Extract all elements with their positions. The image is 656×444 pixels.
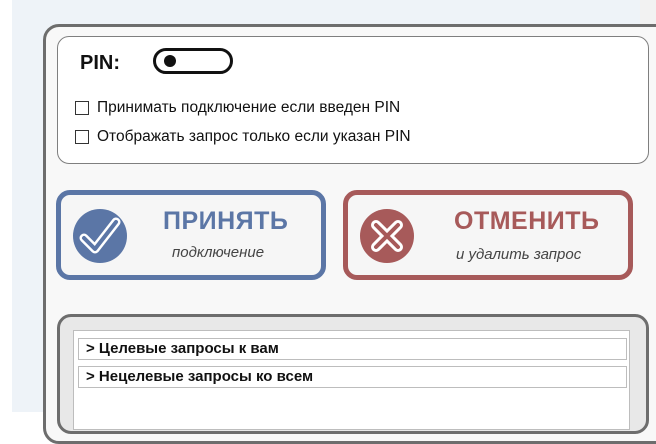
accept-if-pin-checkbox[interactable] bbox=[75, 101, 89, 115]
toggle-knob bbox=[164, 55, 176, 67]
show-only-with-pin-option[interactable]: Отображать запрос только если указан PIN bbox=[75, 127, 411, 147]
list-item-untargeted-requests[interactable]: > Нецелевые запросы ко всем bbox=[78, 366, 627, 388]
cancel-title: ОТМЕНИТЬ bbox=[454, 207, 600, 235]
pin-toggle[interactable] bbox=[153, 48, 233, 74]
left-edge bbox=[0, 0, 12, 412]
pin-label: PIN: bbox=[80, 52, 120, 74]
cancel-subtitle: и удалить запрос bbox=[456, 246, 582, 263]
cross-icon bbox=[360, 209, 414, 263]
accept-button[interactable]: ПРИНЯТЬ подключение bbox=[56, 190, 326, 280]
list-item-targeted-requests[interactable]: > Целевые запросы к вам bbox=[78, 338, 627, 360]
accept-if-pin-option[interactable]: Принимать подключение если введен PIN bbox=[75, 98, 400, 118]
show-only-with-pin-label: Отображать запрос только если указан PIN bbox=[97, 128, 411, 145]
show-only-with-pin-checkbox[interactable] bbox=[75, 130, 89, 144]
accept-subtitle: подключение bbox=[172, 244, 265, 261]
accept-title: ПРИНЯТЬ bbox=[163, 207, 289, 235]
checkmark-icon bbox=[73, 209, 127, 263]
cancel-button[interactable]: ОТМЕНИТЬ и удалить запрос bbox=[343, 190, 633, 280]
accept-if-pin-label: Принимать подключение если введен PIN bbox=[97, 99, 401, 116]
